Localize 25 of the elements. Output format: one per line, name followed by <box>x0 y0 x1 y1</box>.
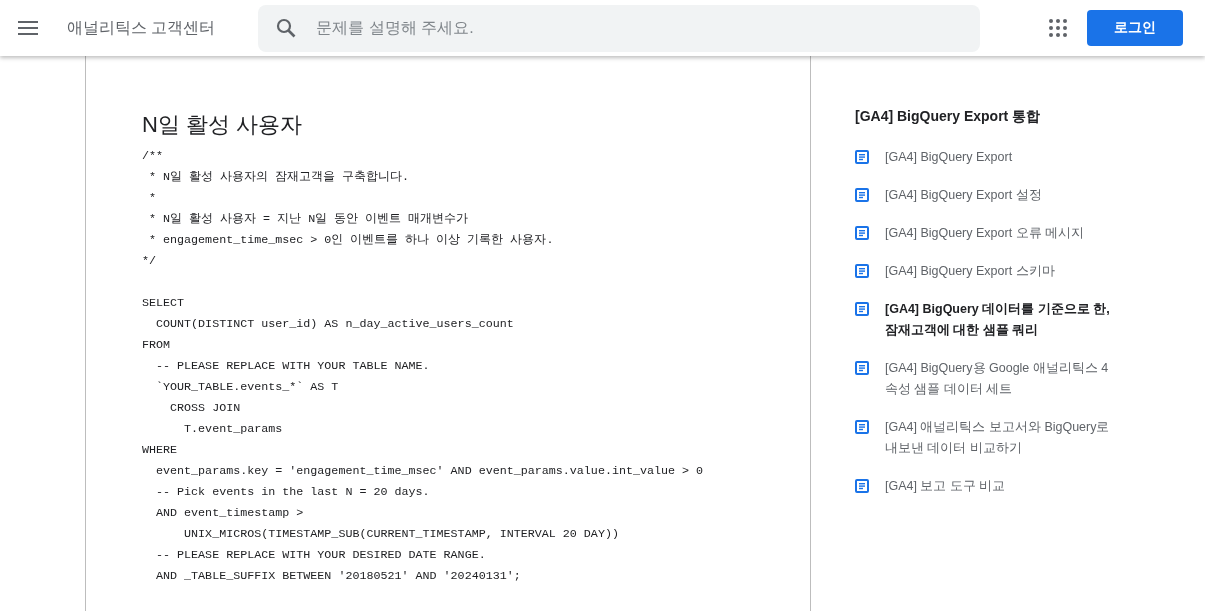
sidebar-link[interactable]: [GA4] BigQuery용 Google 애널리틱스 4 속성 샘플 데이터 세트 <box>855 358 1111 400</box>
document-icon <box>855 420 869 434</box>
sidebar-link[interactable]: [GA4] 보고 도구 비교 <box>855 476 1111 497</box>
document-icon <box>855 361 869 375</box>
document-icon <box>855 302 869 316</box>
code-text: SELECT COUNT(DISTINCT user_id) AS n_day_active_users_count FROM -- PLEASE REPLACE WITH YOUR TABLE NAME. `YOUR_TABLE.events_*` AS T CROSS JOIN T.event_params WHERE event_params.key = 'engagement_time_msec' AND event_params.value.int_value > 0 -- Pick events in the last N = 20 days. AND event_timestamp > UNIX_MICROS(TIMESTAMP_SUB(CURRENT_TIMESTAMP, INTERVAL 20 DAY)) -- PLEASE REPLACE WITH YOUR DESIRED DATE RANGE. AND _TABLE_SUFFIX BETWEEN '20180521' AND '20240131'; <box>142 295 704 585</box>
document-icon <box>855 150 869 164</box>
sidebar-link[interactable]: [GA4] BigQuery 데이터를 기준으로 한, 잠재고객에 대한 샘플 쿼리 <box>855 299 1111 341</box>
document-icon <box>855 188 869 202</box>
sidebar-link[interactable]: [GA4] BigQuery Export 설정 <box>855 185 1111 206</box>
document-icon <box>855 264 869 278</box>
sidebar-link[interactable]: [GA4] BigQuery Export 오류 메시지 <box>855 223 1111 244</box>
article-heading: N일 활성 사용자 <box>142 111 304 139</box>
search-input[interactable]: 문제를 설명해 주세요. <box>314 18 981 38</box>
search-bar[interactable]: 문제를 설명해 주세요. <box>258 4 981 52</box>
code-text: /** * N일 활성 사용자의 잠재고객을 구축합니다. * * N일 활성 사용자 = 지난 N일 동안 이벤트 매개변수가 * engagement_time_msec > 0인 이벤트를 하나 이상 기록한 사용자. */ <box>142 148 554 270</box>
search-icon <box>276 18 297 38</box>
document-icon <box>855 226 869 240</box>
login-button[interactable]: 로그인 <box>1087 10 1183 46</box>
sidebar-link[interactable]: [GA4] 애널리틱스 보고서와 BigQuery로 내보낸 데이터 비교하기 <box>855 417 1111 459</box>
sidebar-link[interactable]: [GA4] BigQuery Export <box>855 147 1111 168</box>
site-title[interactable]: 애널리틱스 고객센터 <box>67 17 216 39</box>
sidebar-link[interactable]: [GA4] BigQuery Export 스키마 <box>855 261 1111 282</box>
sidebar-title: [GA4] BigQuery Export 통합 <box>855 107 1042 126</box>
document-icon <box>855 479 869 493</box>
